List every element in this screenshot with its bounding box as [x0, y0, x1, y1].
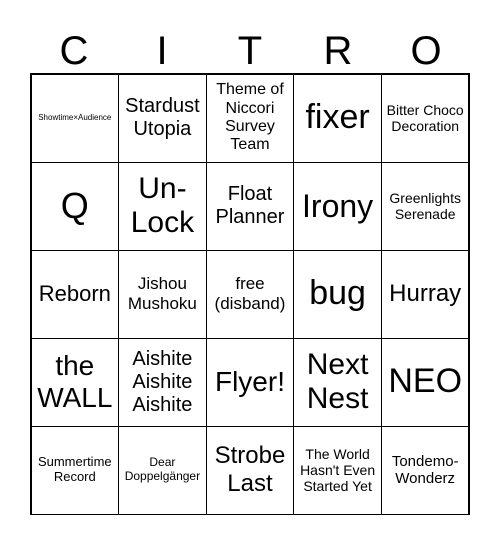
bingo-cell[interactable]: free (disband): [205, 249, 295, 339]
bingo-cell[interactable]: bug: [293, 249, 382, 339]
bingo-cell[interactable]: Theme of Niccori Survey Team: [205, 73, 295, 163]
bingo-cell[interactable]: Q: [30, 161, 120, 251]
header-letter: O: [410, 29, 442, 73]
bingo-cell[interactable]: Strobe Last: [205, 425, 295, 515]
bingo-header: C I T R O: [30, 28, 470, 74]
header-letter: I: [156, 29, 168, 73]
bingo-cell[interactable]: Irony: [293, 161, 382, 251]
bingo-cell[interactable]: Stardust Utopia: [118, 73, 207, 163]
bingo-cell[interactable]: Showtime×Audience: [30, 73, 120, 163]
bingo-cell[interactable]: Greenlights Serenade: [380, 161, 470, 251]
bingo-cell[interactable]: NEO: [380, 337, 470, 427]
header-letter: C: [59, 29, 89, 73]
header-letter: R: [323, 29, 353, 73]
bingo-cell[interactable]: Summertime Record: [30, 425, 120, 515]
bingo-cell[interactable]: Hurray: [380, 249, 470, 339]
header-letter: T: [237, 29, 263, 73]
bingo-cell[interactable]: Dear Doppelgänger: [118, 425, 207, 515]
bingo-cell[interactable]: Reborn: [30, 249, 120, 339]
bingo-cell[interactable]: the WALL: [30, 337, 120, 427]
bingo-cell[interactable]: fixer: [293, 73, 382, 163]
bingo-cell[interactable]: Flyer!: [205, 337, 295, 427]
bingo-cell[interactable]: Jishou Mushoku: [118, 249, 207, 339]
bingo-cell[interactable]: Next Nest: [293, 337, 382, 427]
bingo-cell[interactable]: Aishite Aishite Aishite: [118, 337, 207, 427]
bingo-cell[interactable]: Float Planner: [205, 161, 295, 251]
bingo-cell[interactable]: Tondemo-Wonderz: [380, 425, 470, 515]
bingo-cell[interactable]: Bitter Choco Decoration: [380, 73, 470, 163]
bingo-cell[interactable]: Un-Lock: [118, 161, 207, 251]
bingo-grid: Showtime×Audience Stardust Utopia Theme of…: [30, 73, 470, 515]
bingo-cell[interactable]: The World Hasn't Even Started Yet: [293, 425, 382, 515]
